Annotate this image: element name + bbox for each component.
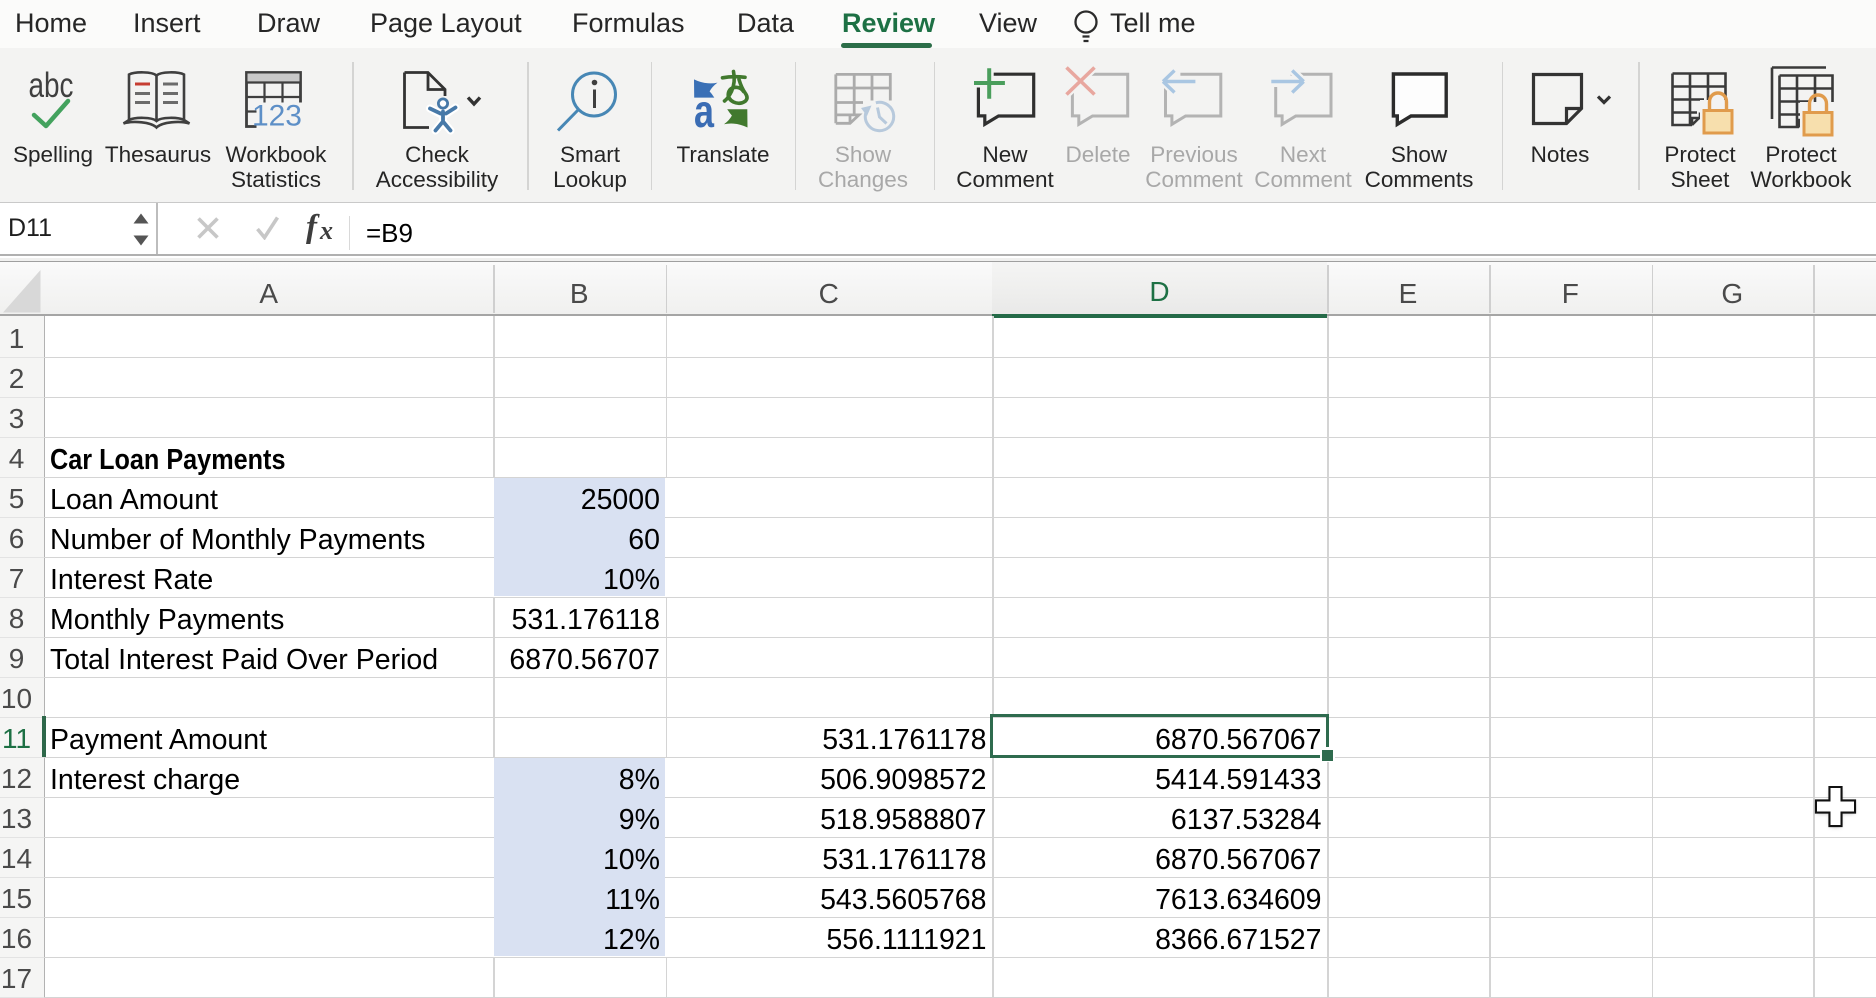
svg-text:123: 123	[252, 100, 302, 133]
svg-text:a: a	[694, 85, 714, 137]
